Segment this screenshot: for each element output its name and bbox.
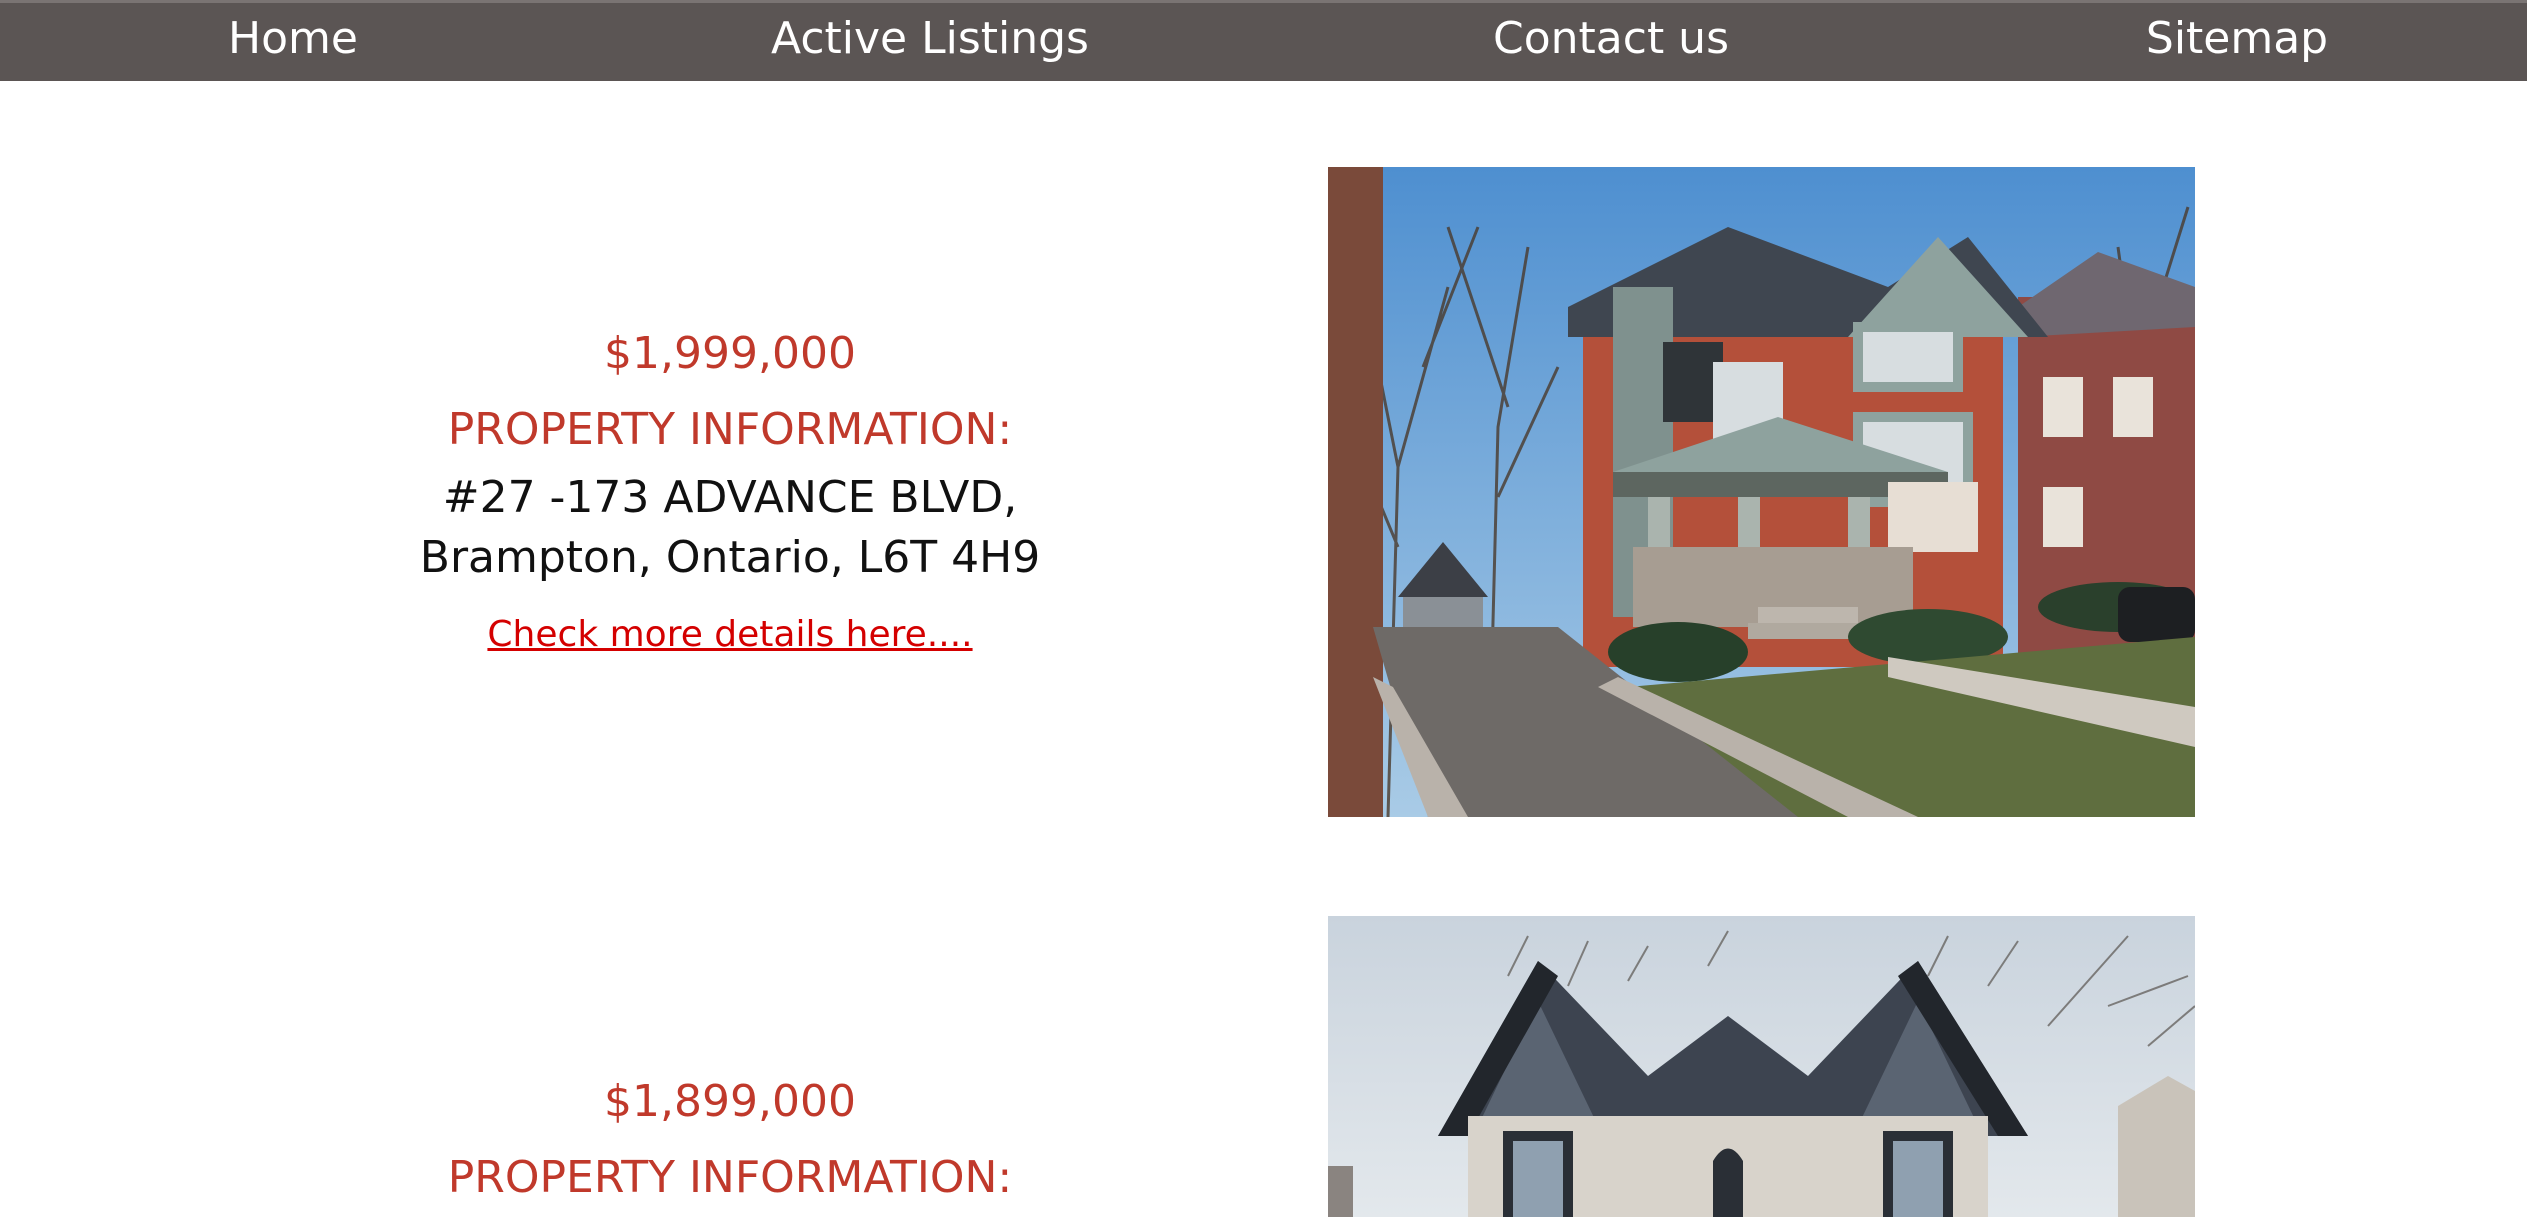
listing-price: $1,899,000 xyxy=(604,1076,856,1127)
listing-info: $1,999,000 PROPERTY INFORMATION: #27 -17… xyxy=(230,326,1230,658)
listing-info: $1,899,000 PROPERTY INFORMATION: xyxy=(230,1074,1230,1206)
property-info-heading: PROPERTY INFORMATION: xyxy=(447,404,1013,455)
nav-home[interactable]: Home xyxy=(228,11,358,67)
listing-address: #27 -173 ADVANCE BLVD, Brampton, Ontario… xyxy=(419,472,1041,583)
house-photo[interactable] xyxy=(1328,916,2195,1217)
nav-active-listings[interactable]: Active Listings xyxy=(771,11,1089,67)
top-navigation: Home Active Listings Contact us Sitemap xyxy=(0,0,2527,81)
house-photo[interactable] xyxy=(1328,167,2195,817)
details-link[interactable]: Check more details here.... xyxy=(487,612,972,658)
nav-contact-us[interactable]: Contact us xyxy=(1493,11,1729,67)
property-info-heading: PROPERTY INFORMATION: xyxy=(447,1152,1013,1203)
nav-sitemap[interactable]: Sitemap xyxy=(2146,11,2328,67)
listing-price: $1,999,000 xyxy=(604,328,856,379)
